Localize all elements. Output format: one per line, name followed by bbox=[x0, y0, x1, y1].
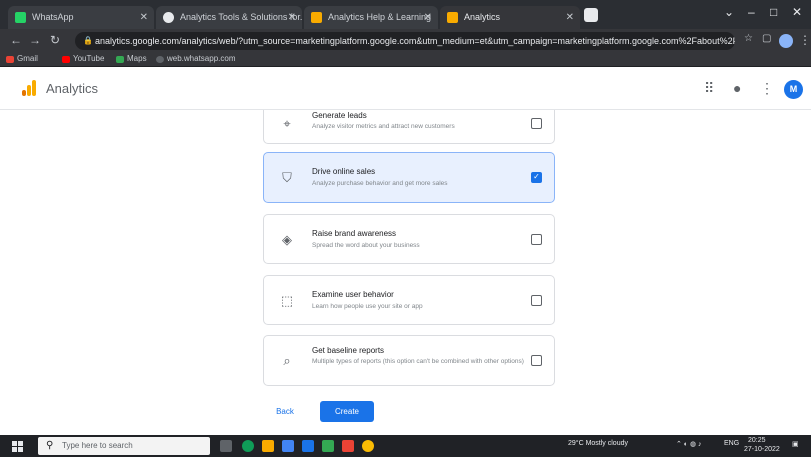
gmail-icon bbox=[6, 56, 14, 63]
close-tab-icon[interactable]: ✕ bbox=[424, 6, 432, 29]
notification-icon[interactable]: ▣ bbox=[792, 440, 799, 448]
lock-icon: 🔒 bbox=[83, 36, 93, 45]
url-input[interactable]: 🔒 analytics.google.com/analytics/web/?ut… bbox=[75, 32, 735, 50]
option-checkbox[interactable] bbox=[531, 234, 542, 245]
star-icon[interactable]: ☆ bbox=[744, 33, 753, 44]
whatsapp-icon bbox=[15, 12, 26, 23]
store-icon[interactable] bbox=[282, 440, 294, 452]
browser-tab[interactable]: Analytics Help & Learning ✕ bbox=[304, 6, 438, 29]
minimize-icon[interactable]: – bbox=[748, 5, 755, 19]
option-card-generate-leads[interactable]: ⌖ Generate leads Analyze visitor metrics… bbox=[263, 110, 555, 144]
leads-icon: ⌖ bbox=[283, 116, 291, 131]
new-tab-button[interactable] bbox=[584, 8, 598, 22]
option-checkbox[interactable] bbox=[531, 355, 542, 366]
close-tab-icon[interactable]: ✕ bbox=[140, 6, 148, 29]
bookmark-maps[interactable]: Maps bbox=[116, 54, 147, 63]
forward-arrow-icon[interactable]: → bbox=[29, 33, 41, 47]
option-card-raise-brand-awareness[interactable]: ◈ Raise brand awareness Spread the word … bbox=[263, 214, 555, 264]
extensions-icon[interactable]: ▢ bbox=[762, 33, 771, 44]
cart-icon: ⛉ bbox=[282, 170, 292, 185]
edge-icon[interactable] bbox=[242, 440, 254, 452]
browser-tab-strip: WhatsApp ✕ Analytics Tools & Solutions f… bbox=[0, 0, 811, 29]
taskbar: ⚲ Type here to search 29°C Mostly cloudy… bbox=[0, 435, 811, 457]
maximize-icon[interactable]: □ bbox=[770, 5, 777, 19]
maps-icon bbox=[116, 56, 124, 63]
clock-date[interactable]: 27-10-2022 bbox=[744, 446, 780, 453]
option-card-drive-online-sales[interactable]: ⛉ Drive online sales Analyze purchase be… bbox=[263, 152, 555, 203]
option-checkbox-checked[interactable]: ✓ bbox=[531, 172, 542, 183]
task-view-icon[interactable] bbox=[220, 440, 232, 452]
apps-grid-icon[interactable]: ⠿ bbox=[704, 80, 714, 97]
address-bar-row: ← → ↻ 🔒 analytics.google.com/analytics/w… bbox=[0, 29, 811, 53]
mail-icon[interactable] bbox=[302, 440, 314, 452]
create-button[interactable]: Create bbox=[320, 401, 374, 422]
back-arrow-icon[interactable]: ← bbox=[10, 33, 22, 47]
tag-icon: ◈ bbox=[282, 232, 292, 247]
analytics-logo-icon[interactable] bbox=[22, 80, 37, 96]
option-checkbox[interactable] bbox=[531, 295, 542, 306]
language-indicator[interactable]: ENG bbox=[724, 440, 739, 447]
back-button[interactable]: Back bbox=[266, 402, 304, 422]
app-title: Analytics bbox=[46, 81, 99, 96]
windows-start-icon[interactable] bbox=[12, 441, 23, 452]
close-tab-icon[interactable]: ✕ bbox=[288, 6, 296, 29]
app-icon[interactable] bbox=[322, 440, 334, 452]
close-window-icon[interactable]: ✕ bbox=[792, 5, 802, 19]
cursor-icon: ⬚ bbox=[280, 293, 294, 308]
bookmark-youtube[interactable]: YouTube bbox=[62, 54, 104, 63]
tray-icons[interactable]: ⌃ ◐ ◍ ♪ bbox=[676, 440, 702, 448]
analytics-favicon bbox=[447, 12, 458, 23]
globe-icon bbox=[156, 56, 164, 63]
chrome-icon[interactable] bbox=[362, 440, 374, 452]
help-icon[interactable]: ● bbox=[733, 80, 741, 96]
youtube-icon bbox=[62, 56, 70, 63]
analytics-favicon bbox=[311, 12, 322, 23]
option-card-get-baseline-reports[interactable]: ⌕ Get baseline reports Multiple types of… bbox=[263, 335, 555, 386]
option-card-examine-user-behavior[interactable]: ⬚ Examine user behavior Learn how people… bbox=[263, 275, 555, 325]
browser-tab-active[interactable]: Analytics ✕ bbox=[440, 6, 580, 29]
more-vert-icon[interactable]: ⋮ bbox=[799, 33, 811, 47]
browser-tab[interactable]: WhatsApp ✕ bbox=[8, 6, 154, 29]
app-header: Analytics ⠿ ● ⋮ M bbox=[0, 67, 811, 110]
report-search-icon: ⌕ bbox=[283, 353, 291, 368]
weather-status[interactable]: 29°C Mostly cloudy bbox=[568, 440, 628, 447]
reload-icon[interactable]: ↻ bbox=[50, 33, 60, 47]
bookmark-gmail[interactable]: Gmail bbox=[6, 54, 38, 63]
app-icon[interactable] bbox=[342, 440, 354, 452]
chevron-down-icon[interactable]: ⌄ bbox=[724, 5, 734, 19]
close-tab-icon[interactable]: ✕ bbox=[566, 6, 574, 29]
bookmark-whatsapp[interactable]: web.whatsapp.com bbox=[156, 54, 235, 63]
option-checkbox[interactable] bbox=[531, 118, 542, 129]
taskbar-search-input[interactable]: ⚲ Type here to search bbox=[38, 437, 210, 455]
search-icon: ⚲ bbox=[46, 440, 54, 451]
more-vert-icon[interactable]: ⋮ bbox=[760, 80, 774, 97]
objectives-panel: ⌖ Generate leads Analyze visitor metrics… bbox=[0, 110, 811, 435]
file-explorer-icon[interactable] bbox=[262, 440, 274, 452]
profile-icon[interactable] bbox=[779, 34, 793, 48]
google-icon bbox=[163, 12, 174, 23]
clock-time[interactable]: 20:25 bbox=[748, 437, 766, 444]
avatar[interactable]: M bbox=[784, 80, 803, 99]
bookmarks-bar: Gmail YouTube Maps web.whatsapp.com bbox=[0, 53, 811, 67]
browser-tab[interactable]: Analytics Tools & Solutions for... ✕ bbox=[156, 6, 302, 29]
